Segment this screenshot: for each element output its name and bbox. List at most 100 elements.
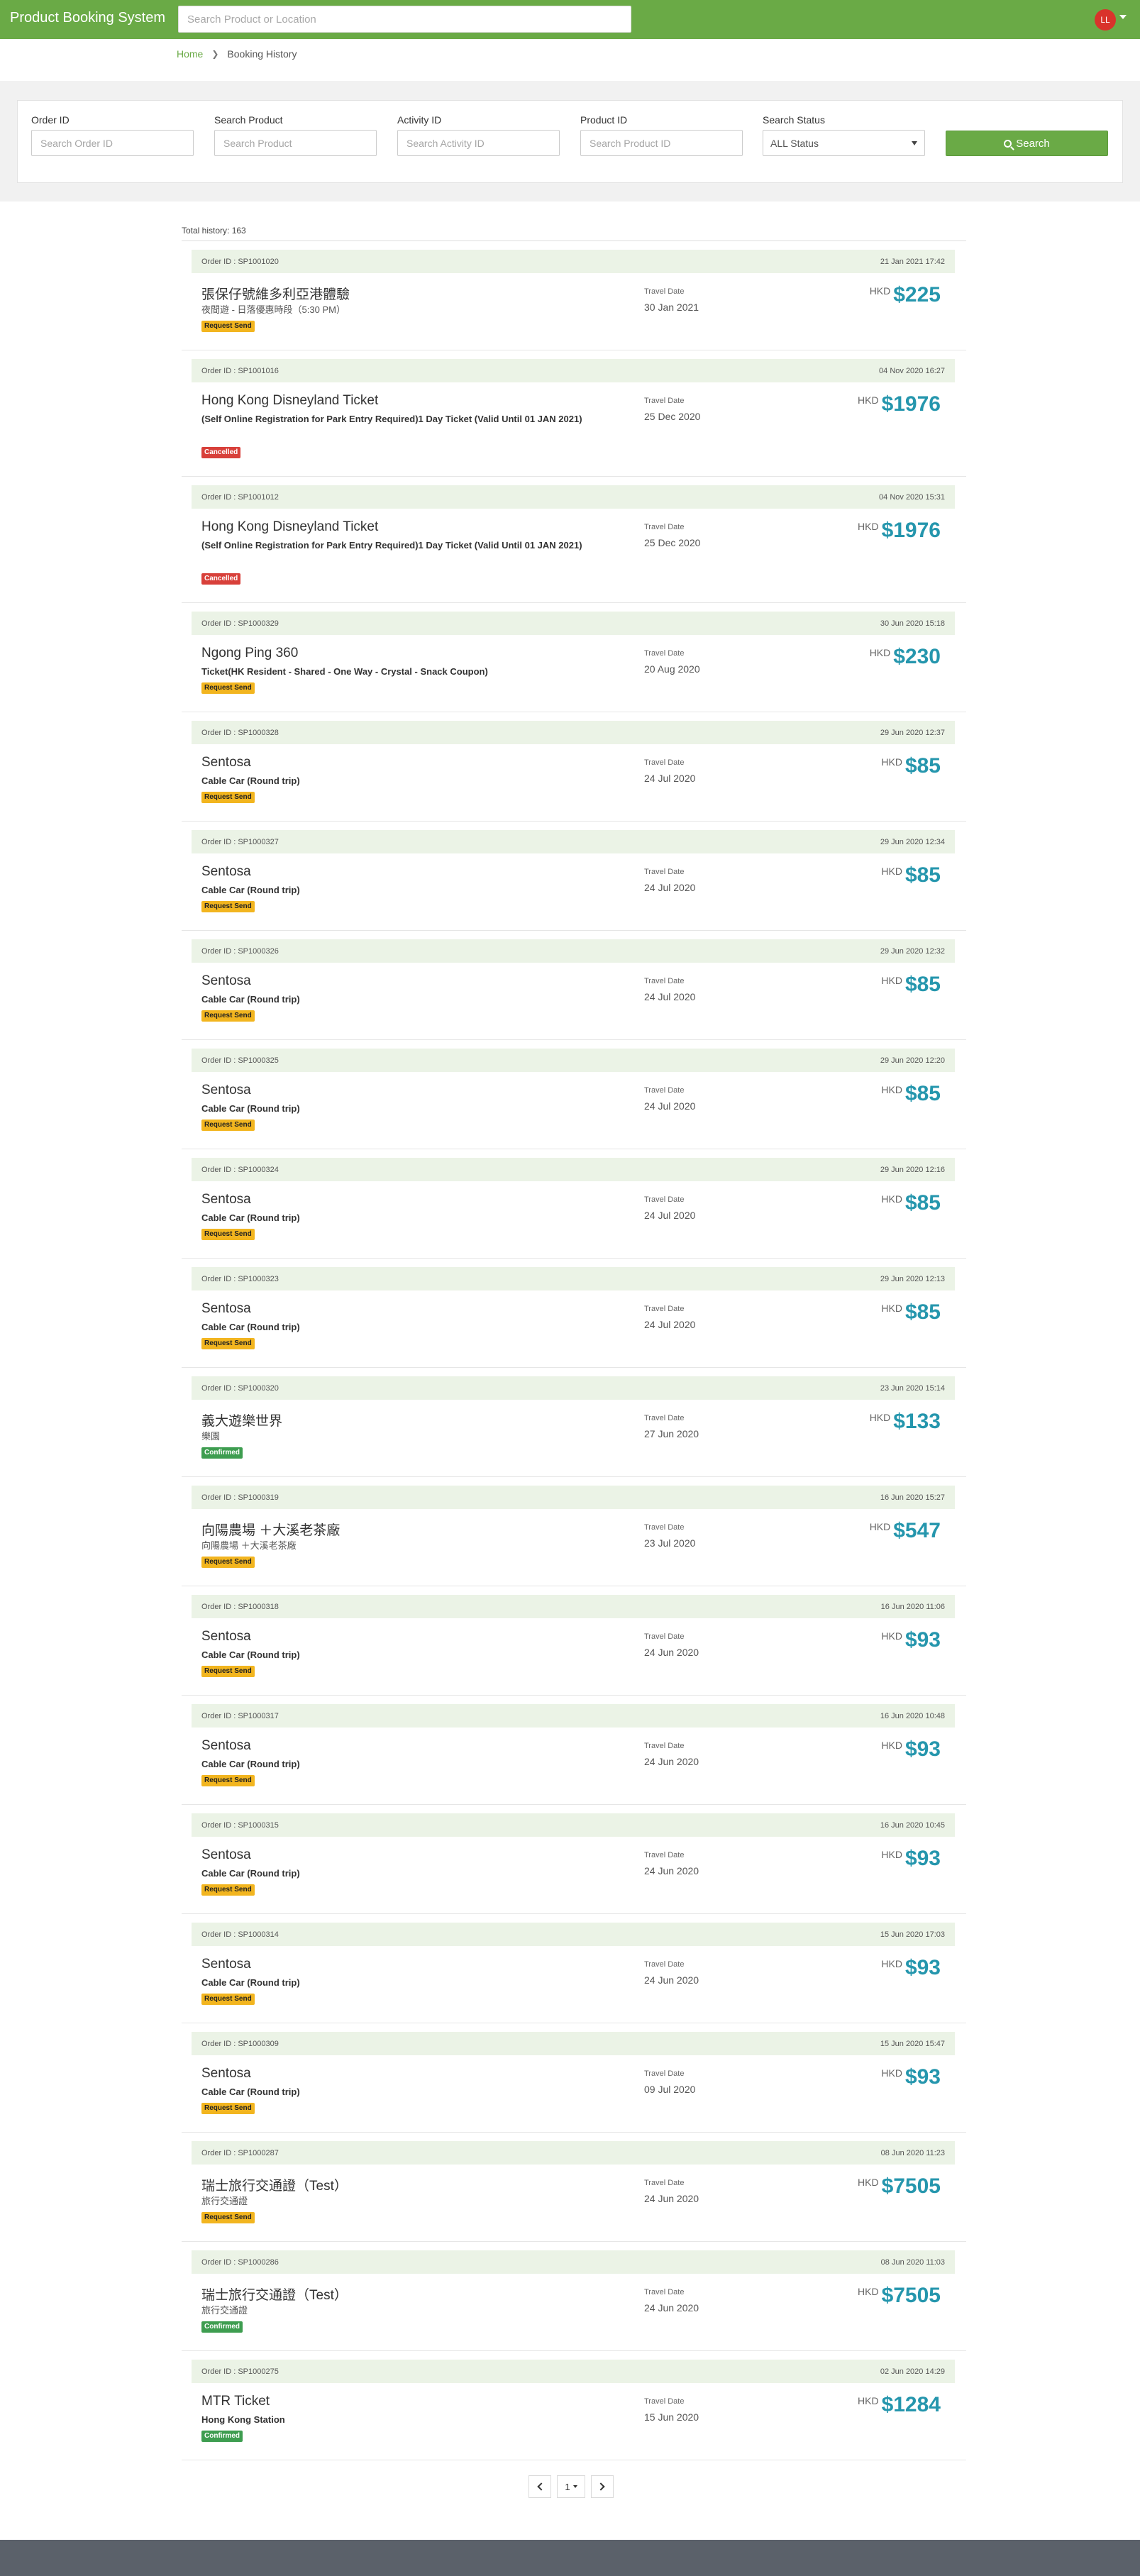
booking-item[interactable]: Order ID : SP1000309 15 Jun 2020 15:47 Sen… bbox=[182, 2023, 966, 2133]
travel-date: 25 Dec 2020 bbox=[644, 537, 701, 548]
user-avatar[interactable]: LL bbox=[1095, 9, 1116, 31]
travel-date: 24 Jul 2020 bbox=[644, 1210, 696, 1221]
status-select[interactable]: ALL Status bbox=[763, 130, 925, 156]
product-name[interactable]: Sentosa bbox=[201, 755, 251, 770]
brand-title[interactable]: Product Booking System bbox=[10, 10, 165, 26]
page-select[interactable]: 1 bbox=[557, 2475, 585, 2498]
product-name[interactable]: Hong Kong Disneyland Ticket bbox=[201, 519, 378, 535]
order-id-value: SP1000286 bbox=[238, 2258, 279, 2267]
product-name[interactable]: 張保仔號維多利亞港體驗 bbox=[201, 284, 350, 303]
order-id-value: SP1001012 bbox=[238, 493, 279, 502]
booking-item[interactable]: Order ID : SP1000320 23 Jun 2020 15:14 義大遊… bbox=[182, 1368, 966, 1477]
order-created-date: 29 Jun 2020 12:16 bbox=[880, 1166, 945, 1174]
product-name[interactable]: Sentosa bbox=[201, 1847, 251, 1863]
product-name[interactable]: Sentosa bbox=[201, 1957, 251, 1972]
booking-item[interactable]: Order ID : SP1000329 30 Jun 2020 15:18 Ngo… bbox=[182, 603, 966, 712]
product-name[interactable]: Ngong Ping 360 bbox=[201, 646, 298, 661]
booking-item[interactable]: Order ID : SP1000327 29 Jun 2020 12:34 Sen… bbox=[182, 822, 966, 931]
order-id-prefix: Order ID : bbox=[201, 1275, 238, 1283]
product-name[interactable]: MTR Ticket bbox=[201, 2394, 270, 2409]
booking-item[interactable]: Order ID : SP1000326 29 Jun 2020 12:32 Sen… bbox=[182, 931, 966, 1040]
breadcrumb-home-link[interactable]: Home bbox=[177, 48, 203, 60]
product-option: Cable Car (Round trip) bbox=[201, 2086, 300, 2097]
order-header: Order ID : SP1001020 21 Jan 2021 17:42 bbox=[192, 250, 955, 273]
price-currency: HKD bbox=[869, 1412, 891, 1423]
order-header: Order ID : SP1000328 29 Jun 2020 12:37 bbox=[192, 721, 955, 744]
product-name[interactable]: Sentosa bbox=[201, 1083, 251, 1098]
product-option: Cable Car (Round trip) bbox=[201, 885, 300, 895]
product-name[interactable]: Sentosa bbox=[201, 973, 251, 989]
price-amount: $85 bbox=[904, 973, 941, 996]
order-header: Order ID : SP1000324 29 Jun 2020 12:16 bbox=[192, 1158, 955, 1181]
order-id-prefix: Order ID : bbox=[201, 2367, 238, 2376]
footer bbox=[0, 2540, 1140, 2576]
order-id-value: SP1000327 bbox=[238, 838, 279, 846]
product-name[interactable]: Sentosa bbox=[201, 1301, 251, 1317]
order-id-value: SP1001020 bbox=[238, 258, 279, 266]
price: HKD $1284 bbox=[858, 2394, 941, 2416]
product-name[interactable]: Sentosa bbox=[201, 864, 251, 880]
order-header: Order ID : SP1000319 16 Jun 2020 15:27 bbox=[192, 1486, 955, 1509]
price-amount: $547 bbox=[893, 1519, 941, 1542]
product-name[interactable]: 義大遊樂世界 bbox=[201, 1410, 282, 1430]
product-name[interactable]: 向陽農場 ＋大溪老茶廠 bbox=[201, 1520, 340, 1539]
price-amount: $93 bbox=[904, 1956, 941, 1979]
chevron-right-icon bbox=[597, 2482, 605, 2491]
global-search-input[interactable] bbox=[178, 6, 631, 33]
price: HKD $85 bbox=[881, 973, 941, 996]
product-name[interactable]: Hong Kong Disneyland Ticket bbox=[201, 393, 378, 409]
booking-item[interactable]: Order ID : SP1000317 16 Jun 2020 10:48 Sen… bbox=[182, 1696, 966, 1805]
order-id-input[interactable] bbox=[31, 130, 194, 156]
booking-item[interactable]: Order ID : SP1000328 29 Jun 2020 12:37 Sen… bbox=[182, 712, 966, 822]
booking-item[interactable]: Order ID : SP1000323 29 Jun 2020 12:13 Sen… bbox=[182, 1259, 966, 1368]
booking-item[interactable]: Order ID : SP1000286 08 Jun 2020 11:03 瑞士旅… bbox=[182, 2242, 966, 2351]
booking-item[interactable]: Order ID : SP1001016 04 Nov 2020 16:27 Hon… bbox=[182, 350, 966, 477]
booking-item[interactable]: Order ID : SP1000324 29 Jun 2020 12:16 Sen… bbox=[182, 1149, 966, 1259]
product-id-input[interactable] bbox=[580, 130, 743, 156]
activity-id-input[interactable] bbox=[397, 130, 560, 156]
travel-date-label: Travel Date bbox=[644, 868, 685, 876]
product-option: Ticket(HK Resident - Shared - One Way - … bbox=[201, 666, 488, 677]
product-name[interactable]: Sentosa bbox=[201, 2066, 251, 2082]
prev-page-button[interactable] bbox=[529, 2475, 551, 2498]
booking-item[interactable]: Order ID : SP1001020 21 Jan 2021 17:42 張保仔… bbox=[182, 241, 966, 350]
booking-item[interactable]: Order ID : SP1000315 16 Jun 2020 10:45 Sen… bbox=[182, 1805, 966, 1914]
next-page-button[interactable] bbox=[591, 2475, 614, 2498]
booking-item[interactable]: Order ID : SP1000325 29 Jun 2020 12:20 Sen… bbox=[182, 1040, 966, 1149]
product-option: Hong Kong Station bbox=[201, 2414, 285, 2425]
travel-date: 24 Jul 2020 bbox=[644, 1100, 696, 1112]
caret-down-icon[interactable] bbox=[1119, 15, 1127, 19]
top-navbar: Product Booking System LL bbox=[0, 0, 1140, 39]
price: HKD $85 bbox=[881, 1083, 941, 1105]
order-id: Order ID : SP1000329 bbox=[201, 619, 279, 628]
travel-date-label: Travel Date bbox=[644, 1305, 685, 1313]
price-currency: HKD bbox=[858, 2177, 879, 2188]
booking-item[interactable]: Order ID : SP1000319 16 Jun 2020 15:27 向陽農… bbox=[182, 1477, 966, 1586]
order-id: Order ID : SP1000309 bbox=[201, 2040, 279, 2048]
booking-item[interactable]: Order ID : SP1001012 04 Nov 2020 15:31 Hon… bbox=[182, 477, 966, 603]
product-option: Cable Car (Round trip) bbox=[201, 1212, 300, 1223]
product-option: Cable Car (Round trip) bbox=[201, 1103, 300, 1114]
price-amount: $85 bbox=[904, 754, 941, 778]
product-name[interactable]: 瑞士旅行交通證（Test） bbox=[201, 2284, 348, 2304]
booking-item[interactable]: Order ID : SP1000318 16 Jun 2020 11:06 Sen… bbox=[182, 1586, 966, 1696]
product-search-input[interactable] bbox=[214, 130, 377, 156]
price: HKD $230 bbox=[870, 646, 941, 668]
product-name[interactable]: Sentosa bbox=[201, 1192, 251, 1207]
travel-date: 20 Aug 2020 bbox=[644, 663, 700, 675]
product-name[interactable]: Sentosa bbox=[201, 1629, 251, 1644]
product-name[interactable]: 瑞士旅行交通證（Test） bbox=[201, 2175, 348, 2194]
caret-down-icon bbox=[572, 2485, 577, 2488]
status-badge: Request Send bbox=[201, 1884, 255, 1896]
price-currency: HKD bbox=[869, 1521, 891, 1532]
order-created-date: 15 Jun 2020 15:47 bbox=[880, 2040, 945, 2048]
status-badge: Confirmed bbox=[201, 1447, 243, 1459]
search-button[interactable]: Search bbox=[946, 131, 1108, 156]
order-id-prefix: Order ID : bbox=[201, 729, 238, 737]
booking-item[interactable]: Order ID : SP1000314 15 Jun 2020 17:03 Sen… bbox=[182, 1914, 966, 2023]
booking-item[interactable]: Order ID : SP1000287 08 Jun 2020 11:23 瑞士旅… bbox=[182, 2133, 966, 2242]
booking-item[interactable]: Order ID : SP1000275 02 Jun 2020 14:29 MTR… bbox=[182, 2351, 966, 2460]
price: HKD $93 bbox=[881, 2066, 941, 2089]
product-name[interactable]: Sentosa bbox=[201, 1738, 251, 1754]
booking-list: Order ID : SP1001020 21 Jan 2021 17:42 張保仔… bbox=[182, 241, 966, 2460]
